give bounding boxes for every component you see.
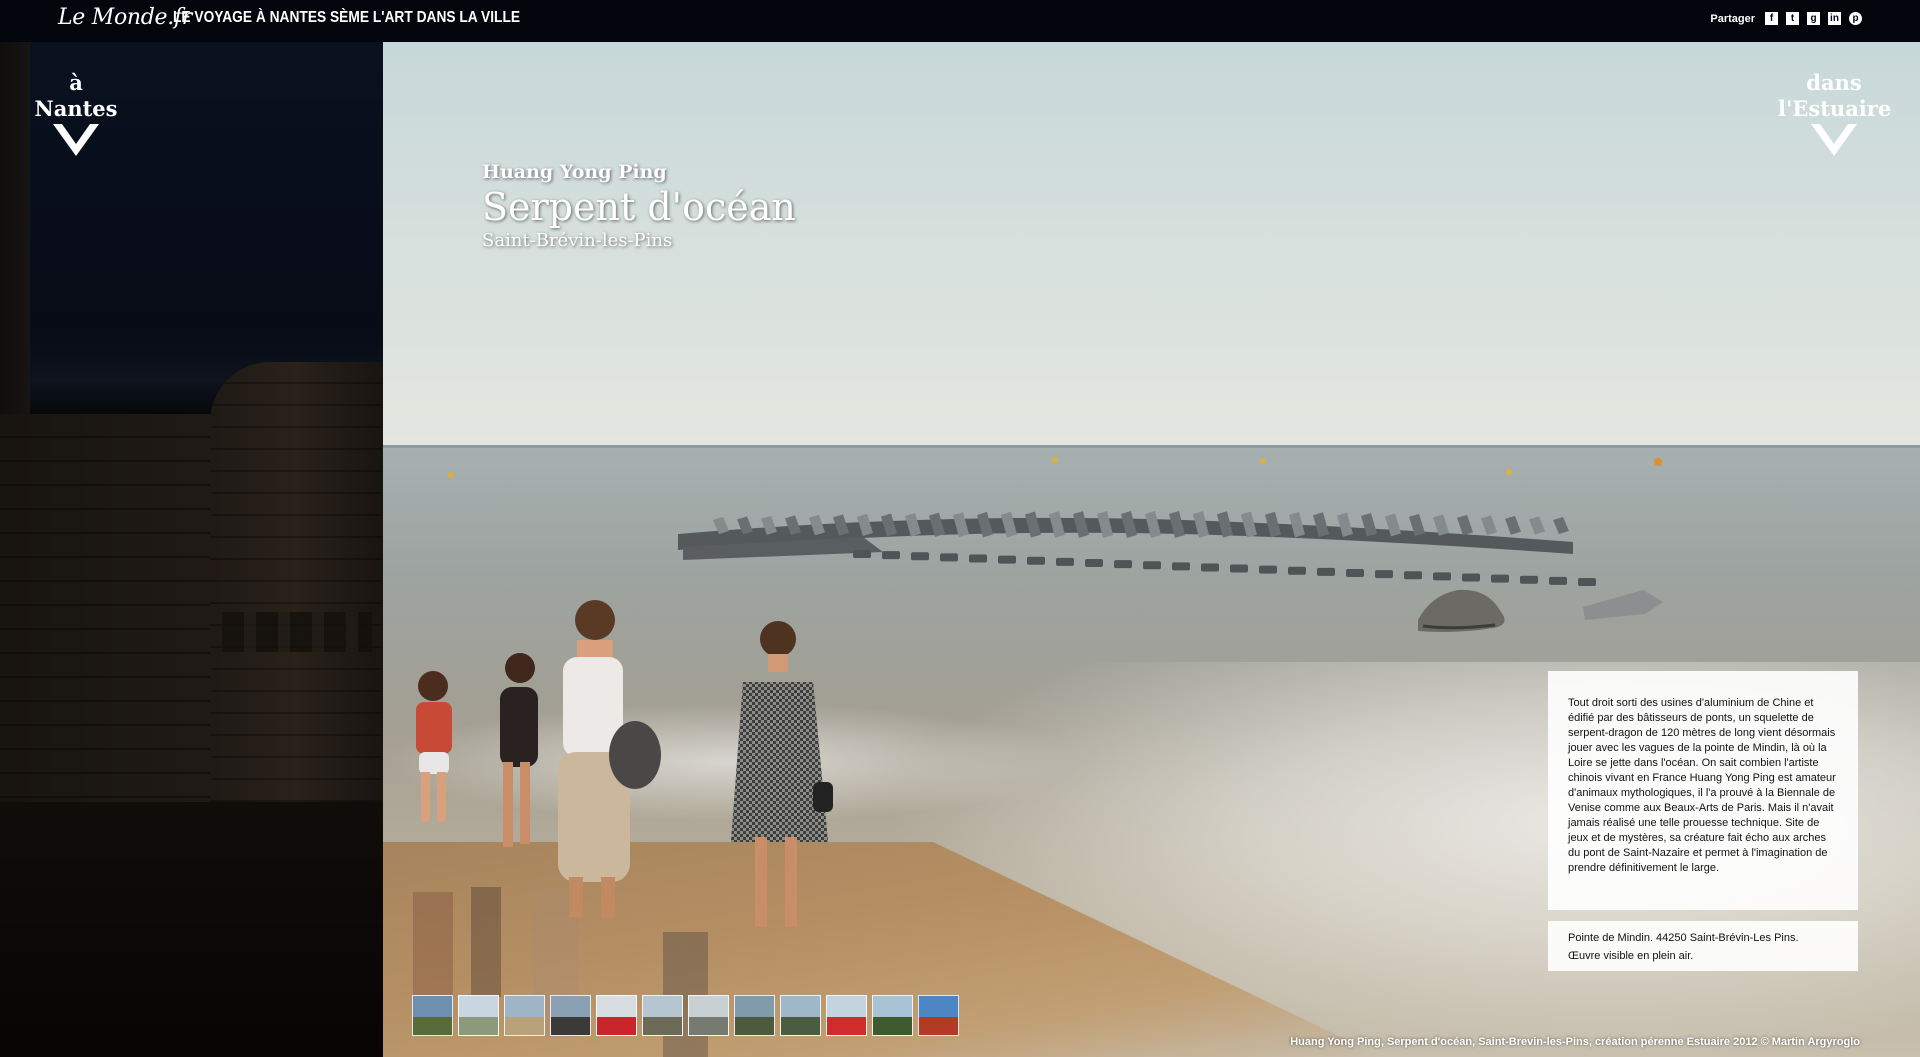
lemonde-logo[interactable]: Le Monde.fr bbox=[58, 5, 192, 30]
linkedin-icon[interactable]: in bbox=[1828, 12, 1841, 25]
nav-to-nantes[interactable]: à Nantes bbox=[26, 70, 126, 156]
artwork-title: Serpent d'océan bbox=[482, 185, 796, 229]
thumbnail-6[interactable] bbox=[642, 995, 683, 1036]
thumbnail-12[interactable] bbox=[918, 995, 959, 1036]
address-box: Pointe de Mindin. 44250 Saint-Brévin-Les… bbox=[1548, 921, 1858, 971]
description-box: Tout droit sorti des usines d'aluminium … bbox=[1548, 671, 1858, 910]
top-bar: Le Monde.fr LE VOYAGE À NANTES SÈME L'AR… bbox=[0, 0, 1920, 42]
artwork-visibility: Œuvre visible en plein air. bbox=[1568, 950, 1694, 962]
thumbnail-2[interactable] bbox=[458, 995, 499, 1036]
share-bar: Partager f t g in p bbox=[1710, 12, 1862, 25]
artwork-description: Tout droit sorti des usines d'aluminium … bbox=[1568, 697, 1836, 874]
share-label: Partager bbox=[1710, 12, 1755, 25]
thumbnail-3[interactable] bbox=[504, 995, 545, 1036]
nav-to-nantes-label: à Nantes bbox=[34, 70, 118, 121]
dim-overlay bbox=[0, 42, 383, 1057]
photo-credit: Huang Yong Ping, Serpent d'océan, Saint-… bbox=[1290, 1036, 1860, 1048]
nav-to-estuaire-label-line2: l'Estuaire bbox=[1778, 96, 1892, 121]
chevron-down-icon bbox=[53, 124, 99, 156]
pinterest-icon[interactable]: p bbox=[1849, 12, 1862, 25]
chevron-down-icon bbox=[1811, 124, 1857, 156]
twitter-icon[interactable]: t bbox=[1786, 12, 1799, 25]
thumbnail-1[interactable] bbox=[412, 995, 453, 1036]
thumbnail-8[interactable] bbox=[734, 995, 775, 1036]
artwork-location: Saint-Brévin-les-Pins bbox=[482, 230, 673, 251]
previous-photo-panel[interactable] bbox=[0, 42, 383, 1057]
nav-to-estuaire-label-line1: dans bbox=[1806, 70, 1862, 95]
thumbnail-9[interactable] bbox=[780, 995, 821, 1036]
thumbnail-5[interactable] bbox=[596, 995, 637, 1036]
thumbnail-4[interactable] bbox=[550, 995, 591, 1036]
thumbnail-10[interactable] bbox=[826, 995, 867, 1036]
thumbnail-7[interactable] bbox=[688, 995, 729, 1036]
thumbnail-strip bbox=[412, 995, 959, 1036]
google-plus-icon[interactable]: g bbox=[1807, 12, 1820, 25]
facebook-icon[interactable]: f bbox=[1765, 12, 1778, 25]
thumbnail-11[interactable] bbox=[872, 995, 913, 1036]
page-title[interactable]: LE VOYAGE À NANTES SÈME L'ART DANS LA VI… bbox=[173, 9, 520, 27]
artwork-address: Pointe de Mindin. 44250 Saint-Brévin-Les… bbox=[1568, 932, 1799, 944]
nav-to-estuaire[interactable]: dans l'Estuaire bbox=[1778, 70, 1892, 156]
artwork-heading: Huang Yong Ping Serpent d'océan Saint-Br… bbox=[482, 160, 796, 252]
artist-name: Huang Yong Ping bbox=[482, 161, 667, 183]
